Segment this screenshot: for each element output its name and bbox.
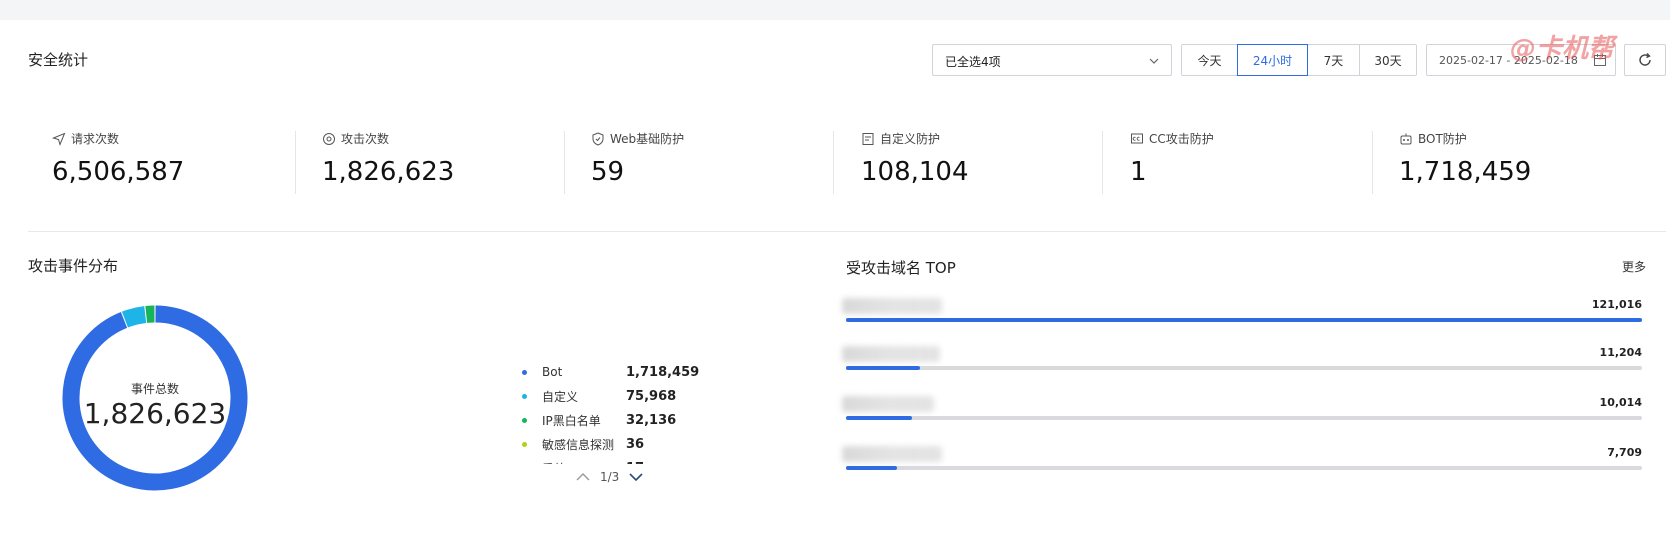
range-today-button[interactable]: 今天 [1182,45,1238,75]
bar-fill [846,416,912,420]
legend-name: 敏感信息探测 [542,437,615,452]
domain-row[interactable]: 10,014 [842,396,1642,442]
stat-label: 请求次数 [71,132,120,146]
stat-web-protection: Web基础防护 59 [591,130,684,187]
range-7d-button[interactable]: 7天 [1308,45,1360,75]
divider [833,131,834,194]
pager-text: 1/3 [600,470,620,484]
stat-value: 6,506,587 [52,157,185,187]
bar-track [846,366,1642,370]
legend-dot [522,393,527,399]
send-icon [52,132,66,146]
legend-value: 32,136 [626,412,677,428]
domain-count: 121,016 [1591,298,1642,311]
legend-item[interactable]: Bot 1,718,459 [522,360,722,384]
time-range-group: 今天 24小时 7天 30天 [1181,44,1417,76]
refresh-icon [1639,53,1651,66]
redacted-domain [842,446,942,462]
target-icon [323,132,335,145]
legend-name: IP黑白名单 [542,413,601,428]
stat-label: 攻击次数 [341,132,390,146]
legend-name: 重放 [542,460,626,465]
domain-row[interactable]: 11,204 [842,346,1642,392]
legend-value: 75,968 [626,388,677,404]
range-30d-button[interactable]: 30天 [1360,45,1416,75]
stat-label: 自定义防护 [880,132,941,146]
stat-label: BOT防护 [1418,132,1467,146]
domain-count: 7,709 [1607,446,1642,459]
custom-rule-icon [862,132,874,145]
select-value: 已全选4项 [945,55,1001,69]
legend-name: 自定义 [542,389,579,404]
donut-center-label: 事件总数 [130,382,179,396]
stat-cc-protection: CC攻击防护 1 [1130,130,1214,187]
bar-fill [846,466,897,470]
cc-icon [1131,133,1143,143]
stat-label: Web基础防护 [610,132,685,146]
bar-track [846,416,1642,420]
donut-center-value: 1,826,623 [83,397,227,430]
stat-attacks: 攻击次数 1,826,623 [322,130,454,187]
bar-fill [846,318,1642,322]
type-select[interactable]: 已全选4项 [932,44,1172,76]
donut-segment-1[interactable] [121,306,147,328]
stat-value: 59 [591,157,625,187]
chevron-down-icon [1149,58,1159,64]
legend-dot [522,417,527,423]
redacted-domain [842,298,942,314]
divider [1102,131,1103,194]
legend-value: 36 [626,436,645,452]
divider [295,131,296,194]
stat-value: 1,718,459 [1399,157,1532,187]
distribution-title: 攻击事件分布 [28,257,119,275]
domain-row[interactable]: 7,709 [842,446,1642,492]
stat-bot-protection: BOT防护 1,718,459 [1399,130,1531,187]
bar-track [846,466,1642,470]
redacted-domain [842,346,940,362]
range-24h-button[interactable]: 24小时 [1237,44,1308,76]
legend-value: 1,718,459 [626,364,700,380]
legend-name: Bot [542,365,563,379]
stat-requests: 请求次数 6,506,587 [52,130,184,187]
section-divider [28,231,1666,232]
page-title: 安全统计 [28,51,89,69]
legend-dot [522,369,527,375]
legend-item[interactable]: IP黑白名单 32,136 [522,408,722,432]
redacted-domain [842,396,934,412]
legend-item[interactable]: 自定义 75,968 [522,384,722,408]
bar-fill [846,366,920,370]
distribution-legend: Bot 1,718,459 自定义 75,968 IP黑白名单 32,136 敏… [522,360,722,464]
legend-item[interactable]: 敏感信息探测 36 [522,432,722,456]
legend-dot [522,441,527,447]
more-link[interactable]: 更多 [1622,258,1646,275]
divider [1372,131,1373,194]
domain-count: 10,014 [1599,396,1642,409]
chevron-up-icon[interactable] [574,468,592,486]
robot-icon [1400,133,1412,144]
stat-value: 1 [1130,157,1147,187]
legend-item[interactable]: 重放 17 [522,456,722,465]
stat-value: 1,826,623 [322,157,455,187]
refresh-button[interactable] [1624,44,1666,76]
domain-count: 11,204 [1599,346,1642,359]
watermark: @卡机帮 [1510,34,1615,64]
top-domains-title: 受攻击域名 TOP [846,259,956,277]
stat-label: CC攻击防护 [1149,132,1214,146]
legend-value: 17 [626,461,644,465]
stat-custom-protection: 自定义防护 108,104 [861,130,969,187]
shield-icon [592,131,604,146]
legend-pager: 1/3 [574,468,645,486]
domain-row[interactable]: 121,016 [842,298,1642,344]
chevron-down-icon[interactable] [627,468,645,486]
bar-track [846,318,1642,322]
stat-value: 108,104 [861,157,969,187]
divider [564,131,565,194]
